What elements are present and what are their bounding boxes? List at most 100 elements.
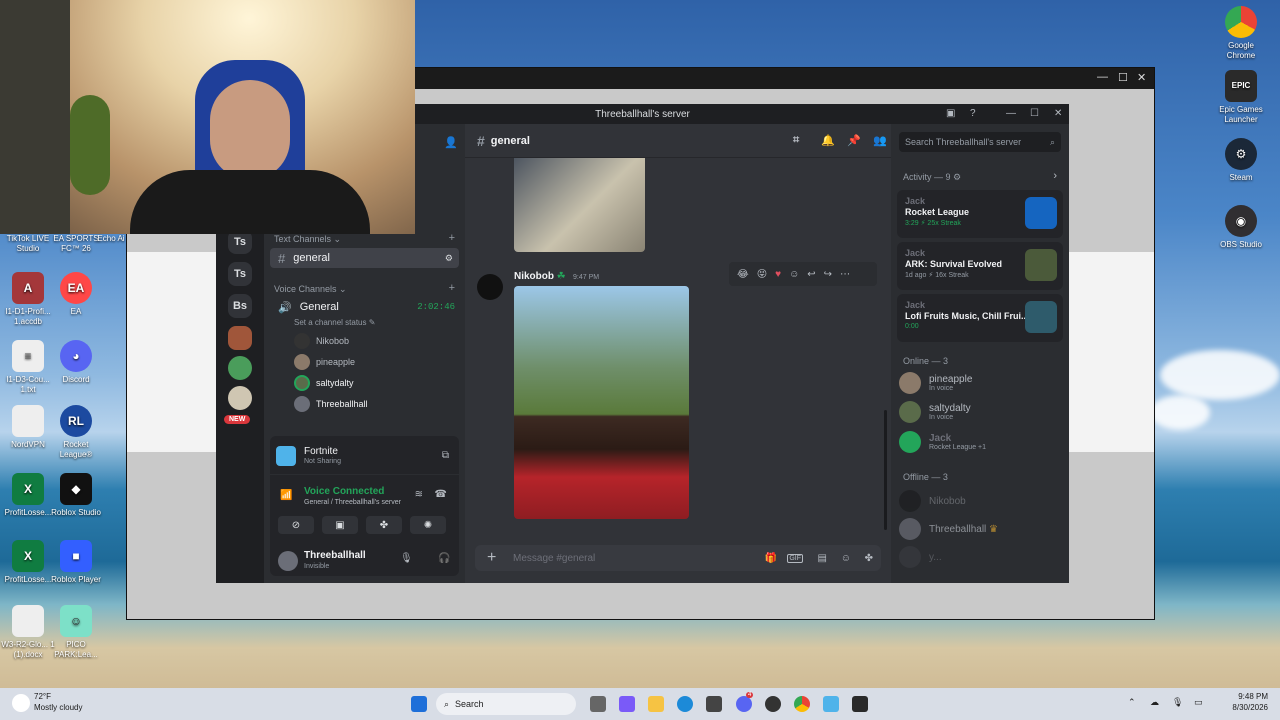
author-avatar[interactable] (477, 274, 503, 300)
taskbar-search[interactable]: ⌕ Search (436, 693, 576, 715)
member-list-icon[interactable]: 👥 (873, 134, 887, 147)
threads-icon[interactable]: ⌗ (793, 134, 799, 147)
screen-share-button[interactable]: ▣ (322, 516, 358, 534)
desktop-icon-obs[interactable]: ◉ OBS Studio (1213, 205, 1269, 250)
add-friend-icon[interactable]: 👤 (444, 136, 458, 149)
chrome-taskbar-icon[interactable] (794, 696, 810, 712)
mic-tray-icon[interactable]: 🎙 (1172, 697, 1183, 708)
minimize-icon[interactable]: — (1097, 71, 1108, 83)
member[interactable]: Jack Rocket League +1 (899, 431, 986, 453)
forward-icon[interactable]: ↪ (824, 269, 832, 280)
gift-icon[interactable]: 🎁 (765, 553, 777, 564)
member[interactable]: Threeballhall ♛ (899, 518, 998, 540)
server-avatar[interactable] (228, 356, 252, 380)
reaction-laugh-icon[interactable]: 😂 (737, 269, 749, 280)
maximize-icon[interactable]: ☐ (1118, 71, 1128, 84)
member[interactable]: saltydalty In voice (899, 401, 971, 423)
desktop-icon-epic-games[interactable]: EPIC Epic Games Launcher (1213, 70, 1269, 125)
desktop-icon-steam[interactable]: ⚙ Steam (1213, 138, 1269, 183)
clock-date[interactable]: 8/30/2026 (1212, 703, 1268, 712)
activities-button[interactable]: ✤ (366, 516, 402, 534)
camera-off-button[interactable]: ⊘ (278, 516, 314, 534)
obs-taskbar-icon[interactable] (765, 696, 781, 712)
reply-icon[interactable]: ↩ (807, 269, 815, 280)
clock-time[interactable]: 9:48 PM (1212, 692, 1268, 701)
voice-channels-category[interactable]: Voice Channels ⌄ (274, 284, 347, 295)
message-input[interactable]: + Message #general 🎁 GIF ▤ ☺ ✤ (475, 545, 881, 571)
desktop-icon-ea[interactable]: EA EA (48, 272, 104, 317)
activity-card[interactable]: Jack Rocket League 3:29 ⚡ 25x Streak (897, 190, 1063, 238)
pin-icon[interactable]: 📌 (847, 134, 861, 147)
add-channel-icon[interactable]: + (449, 282, 455, 294)
activity-card[interactable]: Jack Lofi Fruits Music, Chill Frui... 0:… (897, 294, 1063, 342)
desktop-icon-pico-park[interactable]: ☺ PICO PARK:Lea... (48, 605, 104, 660)
chevron-right-icon[interactable]: › (1053, 170, 1057, 182)
noise-suppression-icon[interactable]: ≋ (415, 489, 423, 500)
server-ts-2[interactable]: Ts (228, 262, 252, 286)
add-attachment-icon[interactable]: + (487, 549, 496, 567)
text-channels-category[interactable]: Text Channels ⌄ (274, 234, 341, 245)
reaction-heart-icon[interactable]: ♥ (775, 269, 781, 280)
user-avatar[interactable] (278, 551, 298, 571)
cloud-icon[interactable]: ☁ (1150, 697, 1159, 708)
gif-icon[interactable]: GIF (787, 553, 803, 563)
server-bs[interactable]: Bs (228, 294, 252, 318)
inbox-icon[interactable]: ▣ (946, 108, 955, 119)
voice-user[interactable]: saltydalty (294, 375, 354, 391)
stream-icon[interactable]: ⧉ (442, 450, 449, 461)
store-icon[interactable] (706, 696, 722, 712)
bell-icon[interactable]: 🔔 (821, 134, 835, 147)
desktop-icon-discord[interactable]: ◕ Discord (48, 340, 104, 385)
voice-user[interactable]: Nikobob (294, 333, 349, 349)
voice-user[interactable]: Threeballhall (294, 396, 368, 412)
epic-taskbar-icon[interactable] (852, 696, 868, 712)
help-icon[interactable]: ? (970, 108, 976, 119)
emoji-icon[interactable]: ☺ (841, 553, 851, 564)
member[interactable]: Nikobob (899, 490, 966, 512)
activity-card[interactable]: Jack ARK: Survival Evolved 1d ago ⚡ 16x … (897, 242, 1063, 290)
message-image[interactable] (514, 158, 645, 252)
message-photo[interactable] (514, 286, 689, 519)
soundboard-button[interactable]: ✺ (410, 516, 446, 534)
channel-general[interactable]: # general ⚙ (270, 248, 459, 268)
fortnite-taskbar-icon[interactable] (823, 696, 839, 712)
sticker-icon[interactable]: ▤ (818, 553, 827, 564)
chat-scrollbar[interactable] (884, 410, 887, 530)
network-icon[interactable]: ▭ (1194, 697, 1203, 708)
tray-chevron-icon[interactable]: ⌃ (1128, 697, 1136, 708)
member[interactable]: pineapple In voice (899, 372, 972, 394)
server-search[interactable]: Search Threeballhall's server ⌕ (899, 132, 1061, 152)
desktop-icon-roblox-player[interactable]: ■ Roblox Player (48, 540, 104, 585)
task-view-icon[interactable] (590, 696, 606, 712)
minimize-icon[interactable]: — (1006, 108, 1016, 119)
add-reaction-icon[interactable]: ☺ (789, 269, 799, 280)
add-channel-icon[interactable]: + (449, 232, 455, 244)
desktop-icon-echo[interactable]: Echo Ai (96, 234, 126, 244)
message-author[interactable]: Nikobob ☘ (514, 271, 566, 282)
microphone-icon[interactable]: 🎙 (400, 553, 413, 564)
set-channel-status[interactable]: Set a channel status ✎ (294, 318, 375, 327)
server-avatar[interactable] (228, 386, 252, 410)
discord-taskbar-icon[interactable] (736, 696, 752, 712)
headphones-icon[interactable]: 🎧 (438, 553, 450, 564)
close-icon[interactable]: ✕ (1054, 108, 1062, 119)
close-icon[interactable]: ✕ (1137, 71, 1146, 84)
disconnect-icon[interactable]: ☎ (435, 489, 447, 500)
member[interactable]: y... (899, 546, 942, 568)
more-icon[interactable]: ⋯ (840, 269, 850, 280)
voice-channel-general[interactable]: 🔊 General 2:02:46 (270, 297, 459, 317)
desktop-icon-rocket-league[interactable]: RL Rocket League® (48, 405, 104, 460)
start-icon[interactable] (411, 696, 427, 712)
apps-icon[interactable]: ✤ (865, 553, 873, 564)
settings-icon[interactable]: ⚙ (445, 253, 453, 264)
file-explorer-icon[interactable] (648, 696, 664, 712)
copilot-icon[interactable] (619, 696, 635, 712)
reaction-tongue-icon[interactable]: 😝 (757, 269, 767, 280)
server-avatar[interactable] (228, 326, 252, 350)
maximize-icon[interactable]: ☐ (1030, 108, 1039, 119)
desktop-icon-roblox-studio[interactable]: ◆ Roblox Studio (48, 473, 104, 518)
desktop-icon-chrome[interactable]: Google Chrome (1213, 6, 1269, 61)
voice-user[interactable]: pineapple (294, 354, 355, 370)
edge-icon[interactable] (677, 696, 693, 712)
weather-icon[interactable] (12, 694, 30, 712)
